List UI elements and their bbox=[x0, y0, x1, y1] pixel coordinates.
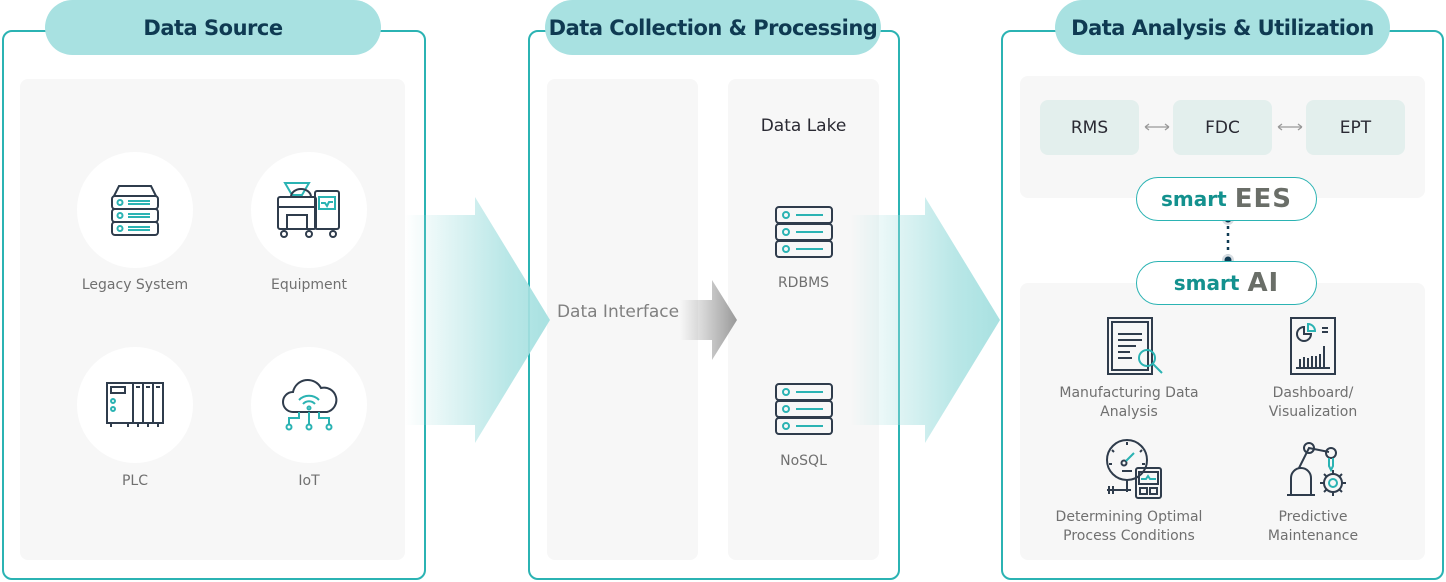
legacy-system-circle bbox=[77, 152, 193, 268]
plc-icon bbox=[106, 382, 164, 427]
nosql-label: NoSQL bbox=[780, 453, 827, 469]
flow-arrow-2 bbox=[850, 197, 1000, 443]
bidirectional-arrow-icon bbox=[1144, 123, 1170, 131]
document-search-icon bbox=[1107, 317, 1163, 375]
smart-ees-logo: smart EES bbox=[1136, 177, 1317, 221]
bidirectional-arrow-icon bbox=[1277, 123, 1303, 131]
optimal-process-conditions-label: Determining Optimal Process Conditions bbox=[1055, 509, 1203, 544]
cloud-iot-icon bbox=[282, 378, 338, 431]
iot-circle bbox=[251, 347, 367, 463]
legacy-system-label: Legacy System bbox=[81, 277, 189, 293]
logo-name: EES bbox=[1234, 184, 1292, 214]
plc-circle bbox=[77, 347, 193, 463]
equipment-label: Equipment bbox=[271, 277, 347, 293]
logo-prefix: smart bbox=[1173, 271, 1240, 295]
dashboard-visualization-label: Dashboard/ Visualization bbox=[1268, 385, 1358, 420]
equipment-circle bbox=[251, 152, 367, 268]
predictive-maintenance-label: Predictive Maintenance bbox=[1267, 509, 1359, 544]
logo-name: AI bbox=[1247, 268, 1280, 298]
ept-box: EPT bbox=[1306, 100, 1405, 155]
database-icon bbox=[775, 383, 833, 435]
fdc-box: FDC bbox=[1173, 100, 1272, 155]
rdbms-label: RDBMS bbox=[777, 275, 830, 291]
dashboard-icon bbox=[1290, 317, 1336, 375]
flow-arrow-1 bbox=[405, 197, 550, 443]
data-interface-label: Data Interface bbox=[556, 302, 680, 322]
robot-arm-gear-icon bbox=[1287, 442, 1346, 496]
rms-box: RMS bbox=[1040, 100, 1139, 155]
iot-label: IoT bbox=[298, 473, 320, 489]
database-icon bbox=[775, 206, 833, 258]
gauge-icon bbox=[1106, 439, 1162, 499]
plc-label: PLC bbox=[121, 473, 149, 489]
manufacturing-data-analysis-label: Manufacturing Data Analysis bbox=[1059, 385, 1199, 420]
server-icon bbox=[111, 185, 159, 236]
equipment-icon bbox=[277, 182, 340, 238]
smart-ai-logo: smart AI bbox=[1136, 261, 1317, 305]
logo-prefix: smart bbox=[1161, 187, 1227, 211]
data-lake-title: Data Lake bbox=[760, 116, 847, 136]
